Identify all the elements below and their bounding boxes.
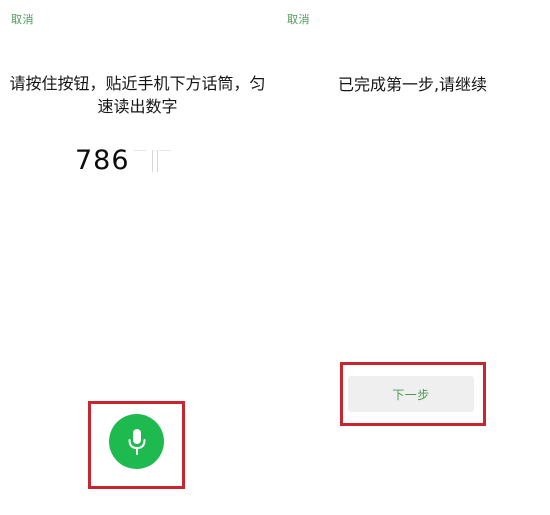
next-step-button[interactable]: 下一步 bbox=[348, 376, 474, 412]
instruction-line-2: 速读出数字 bbox=[97, 97, 178, 116]
status-message: 已完成第一步,请继续 bbox=[337, 75, 488, 94]
cancel-link[interactable]: 取消 bbox=[11, 11, 34, 27]
microphone-icon bbox=[128, 428, 145, 455]
cancel-link[interactable]: 取消 bbox=[287, 11, 310, 27]
instruction-text: 请按住按钮，贴近手机下方话筒，匀 速读出数字 bbox=[0, 72, 275, 118]
digit-placeholder bbox=[156, 146, 184, 184]
voice-verify-step2-screen: 取消 已完成第一步,请继续 下一步 bbox=[275, 0, 550, 515]
digits-display: 786 bbox=[75, 146, 184, 186]
instruction-line-1: 请按住按钮，贴近手机下方话筒，匀 bbox=[9, 74, 266, 93]
digit-placeholder bbox=[130, 146, 157, 184]
hold-to-speak-button[interactable] bbox=[109, 414, 164, 469]
voice-verify-step1-screen: 取消 请按住按钮，贴近手机下方话筒，匀 速读出数字 786 bbox=[0, 0, 275, 515]
digits-text: 786 bbox=[75, 145, 130, 176]
